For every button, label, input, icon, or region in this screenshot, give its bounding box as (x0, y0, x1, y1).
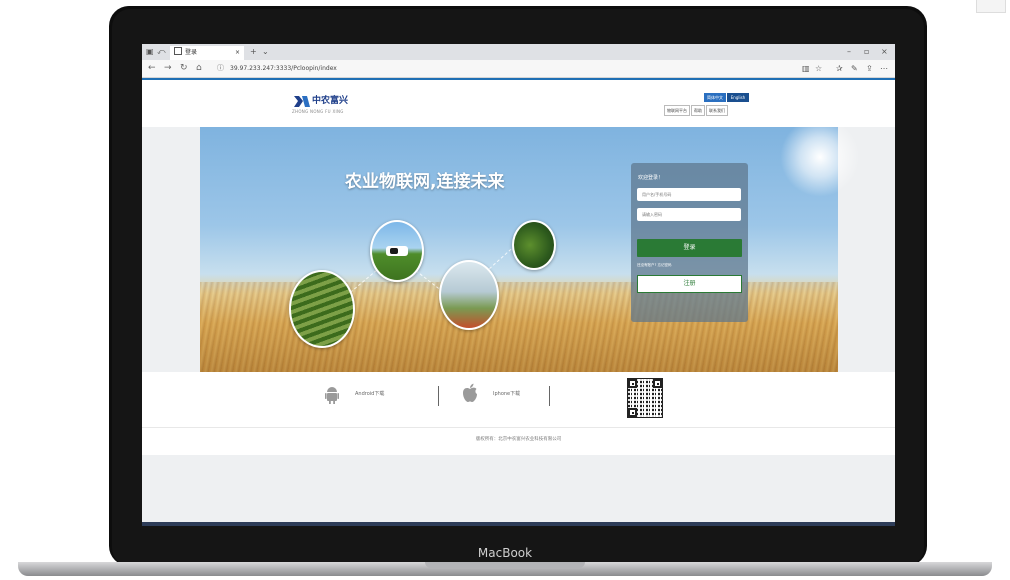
download-section: Android下载 Iphone下载 (142, 372, 895, 427)
apple-icon[interactable] (462, 383, 478, 403)
greenhouse-photo (439, 260, 499, 330)
login-panel: 欢迎登录！ 登录 还没有账户? 忘记密码 注册 (631, 163, 748, 322)
tab-bar: ▣ ⤺ 登录 × + ⌄ – ▫ × (142, 44, 895, 60)
password-input[interactable] (637, 208, 741, 221)
logo-pinyin: ZHONG NONG FU XING (292, 109, 344, 114)
login-button[interactable]: 登录 (637, 239, 742, 257)
address-bar: ← → ↻ ⌂ ⓘ 39.97.233.247:3333/Pcloopin/in… (142, 60, 895, 78)
tab-list-chevron-icon[interactable]: ⌄ (262, 47, 269, 57)
header-links: 物联网平台 帮助 联系我们 (664, 105, 729, 116)
favorite-star-icon[interactable]: ☆ (815, 63, 822, 74)
tab-actions-icon[interactable]: ▣ (146, 47, 154, 57)
android-download-link[interactable]: Android下载 (355, 391, 384, 398)
home-icon[interactable]: ⌂ (196, 63, 202, 74)
lang-english-button[interactable]: English (727, 93, 749, 102)
account-links[interactable]: 还没有账户? 忘记密码 (637, 263, 671, 268)
crop-field-photo (289, 270, 355, 348)
logo-text: 中农富兴 (312, 96, 349, 106)
share-icon[interactable]: ⇪ (866, 63, 873, 74)
login-title: 欢迎登录！ (638, 175, 664, 181)
qr-finder (653, 379, 662, 388)
reading-view-icon[interactable]: ▥ (802, 63, 810, 74)
link-help[interactable]: 帮助 (691, 105, 705, 116)
hero-slogan: 农业物联网,连接未来 (345, 172, 505, 192)
minimize-icon[interactable]: – (847, 47, 851, 57)
copyright-text: 版权所有：北京中农富兴农业科技有限公司 (475, 437, 562, 442)
iphone-download-link[interactable]: Iphone下载 (493, 391, 520, 398)
back-tabs-icon[interactable]: ⤺ (157, 47, 166, 57)
plant-closeup-photo (512, 220, 556, 270)
cow-figure (386, 246, 408, 256)
link-contact[interactable]: 联系我们 (706, 105, 728, 116)
username-input[interactable] (637, 188, 741, 201)
hero-banner: 农业物联网,连接未来 欢迎登录！ 登录 还没有账户? 忘记密码 注册 (200, 117, 860, 372)
page-header: 中农富兴 ZHONG NONG FU XING 简体中文 English 物联网… (142, 80, 895, 127)
refresh-icon[interactable]: ↻ (180, 63, 188, 74)
logo-mark-icon (294, 96, 310, 107)
divider (549, 386, 550, 406)
qr-code (627, 378, 663, 418)
maximize-icon[interactable]: ▫ (864, 47, 869, 57)
qr-finder (628, 408, 637, 417)
close-window-icon[interactable]: × (881, 47, 888, 57)
favorites-list-icon[interactable]: ✰ (836, 63, 843, 74)
laptop-notch (425, 562, 585, 568)
sun-glow (780, 117, 860, 197)
corner-tab (976, 0, 1006, 13)
tab-login[interactable]: 登录 × (170, 46, 244, 60)
site-info-icon[interactable]: ⓘ (217, 63, 224, 74)
page-icon (174, 47, 182, 55)
back-arrow-icon[interactable]: ← (148, 63, 156, 74)
device-brand-label: MacBook (477, 546, 533, 560)
pen-icon[interactable]: ✎ (851, 63, 858, 74)
new-tab-icon[interactable]: + (250, 47, 257, 57)
divider (438, 386, 439, 406)
close-tab-icon[interactable]: × (235, 46, 240, 60)
register-button[interactable]: 注册 (637, 275, 742, 293)
link-iot-platform[interactable]: 物联网平台 (664, 105, 690, 116)
tab-title: 登录 (185, 49, 198, 56)
page-footer: 版权所有：北京中农富兴农业科技有限公司 (142, 427, 895, 455)
android-icon[interactable] (325, 386, 339, 404)
taskbar-strip (142, 522, 895, 526)
lang-chinese-button[interactable]: 简体中文 (704, 93, 726, 102)
url-field[interactable]: 39.97.233.247:3333/Pcloopin/index (230, 64, 337, 73)
qr-finder (628, 379, 637, 388)
cow-pasture-photo (370, 220, 424, 282)
more-icon[interactable]: ⋯ (880, 63, 888, 74)
forward-arrow-icon[interactable]: → (164, 63, 172, 74)
browser-window: ▣ ⤺ 登录 × + ⌄ – ▫ × ← → ↻ ⌂ ⓘ 39.97.233.2… (142, 44, 895, 526)
